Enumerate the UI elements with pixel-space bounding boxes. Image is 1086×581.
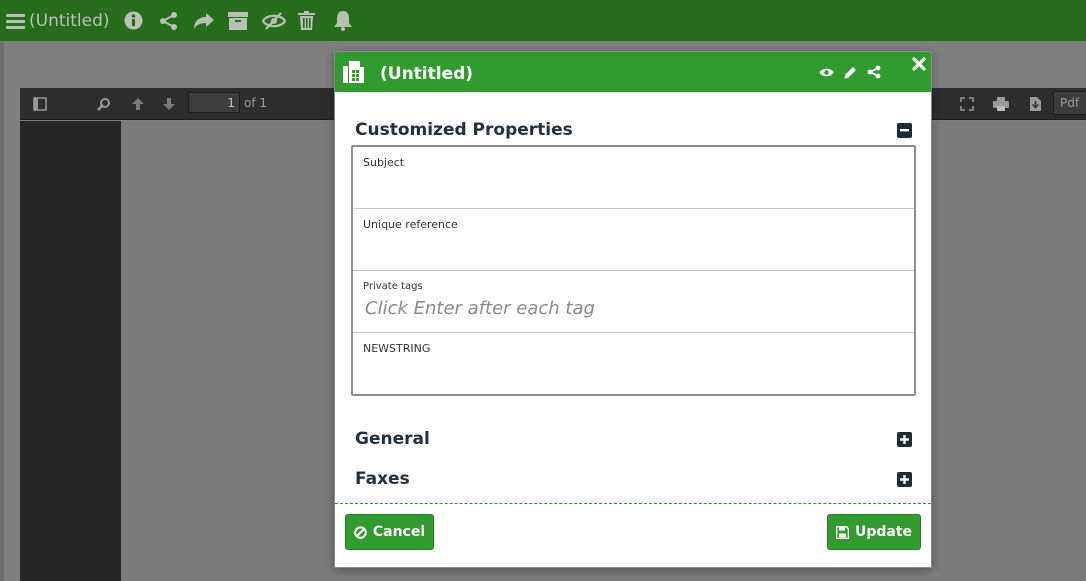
pencil-icon[interactable] (843, 65, 857, 79)
archive-icon[interactable] (227, 11, 248, 31)
cancel-icon (354, 525, 367, 539)
private-tags-field[interactable]: Private tags (353, 271, 914, 333)
section-faxes[interactable]: Faxes (355, 469, 410, 489)
fullscreen-icon[interactable] (958, 95, 976, 113)
private-tags-input[interactable] (363, 293, 893, 323)
page-number-input[interactable] (188, 92, 240, 113)
subject-input[interactable] (363, 173, 893, 199)
newstring-label: NEWSTRING (363, 342, 431, 355)
fax-icon (342, 61, 364, 83)
expand-general-icon[interactable] (897, 432, 912, 447)
hide-icon[interactable] (261, 11, 286, 31)
forward-icon[interactable] (193, 11, 215, 31)
properties-dialog: (Untitled) Customized Properties Subject… (334, 51, 932, 568)
pdf-sidebar (20, 121, 121, 581)
print-icon[interactable] (992, 95, 1010, 113)
next-page-icon[interactable] (160, 95, 178, 113)
share-icon[interactable] (867, 65, 881, 79)
page-count: of 1 (244, 96, 268, 110)
expand-faxes-icon[interactable] (897, 472, 912, 487)
unique-reference-label: Unique reference (363, 218, 458, 231)
unique-reference-input[interactable] (363, 235, 893, 261)
trash-icon[interactable] (298, 11, 316, 31)
info-icon[interactable] (124, 11, 144, 31)
dialog-header: (Untitled) (335, 52, 931, 92)
zoom-select[interactable]: Pdf (1053, 91, 1086, 115)
subject-field[interactable]: Subject (353, 147, 914, 209)
cancel-button-label: Cancel (372, 524, 426, 540)
sidebar-toggle-icon[interactable] (31, 95, 49, 113)
update-button-label: Update (854, 524, 913, 540)
download-icon[interactable] (1026, 95, 1044, 113)
subject-label: Subject (363, 156, 405, 169)
update-button[interactable]: Update (827, 514, 921, 550)
eye-icon[interactable] (819, 66, 834, 78)
menu-icon[interactable] (6, 12, 25, 30)
dialog-title: (Untitled) (380, 64, 474, 84)
customized-properties-fields: Subject Unique reference Private tags NE… (351, 145, 916, 396)
newstring-field[interactable]: NEWSTRING (353, 333, 914, 395)
share-icon[interactable] (159, 11, 179, 31)
save-icon (835, 525, 849, 539)
cancel-button[interactable]: Cancel (345, 514, 434, 550)
app-topbar: (Untitled) (0, 0, 1086, 41)
unique-reference-field[interactable]: Unique reference (353, 209, 914, 271)
section-customized-properties[interactable]: Customized Properties (355, 120, 573, 140)
left-edge (0, 41, 4, 581)
document-title: (Untitled) (29, 10, 110, 31)
footer-divider (335, 503, 931, 504)
collapse-icon[interactable] (897, 123, 912, 138)
search-icon[interactable] (95, 95, 113, 113)
newstring-input[interactable] (363, 359, 893, 385)
previous-page-icon[interactable] (129, 95, 147, 113)
section-general[interactable]: General (355, 429, 430, 449)
close-icon[interactable] (911, 56, 926, 71)
private-tags-label: Private tags (363, 281, 423, 292)
bell-icon[interactable] (333, 10, 353, 32)
